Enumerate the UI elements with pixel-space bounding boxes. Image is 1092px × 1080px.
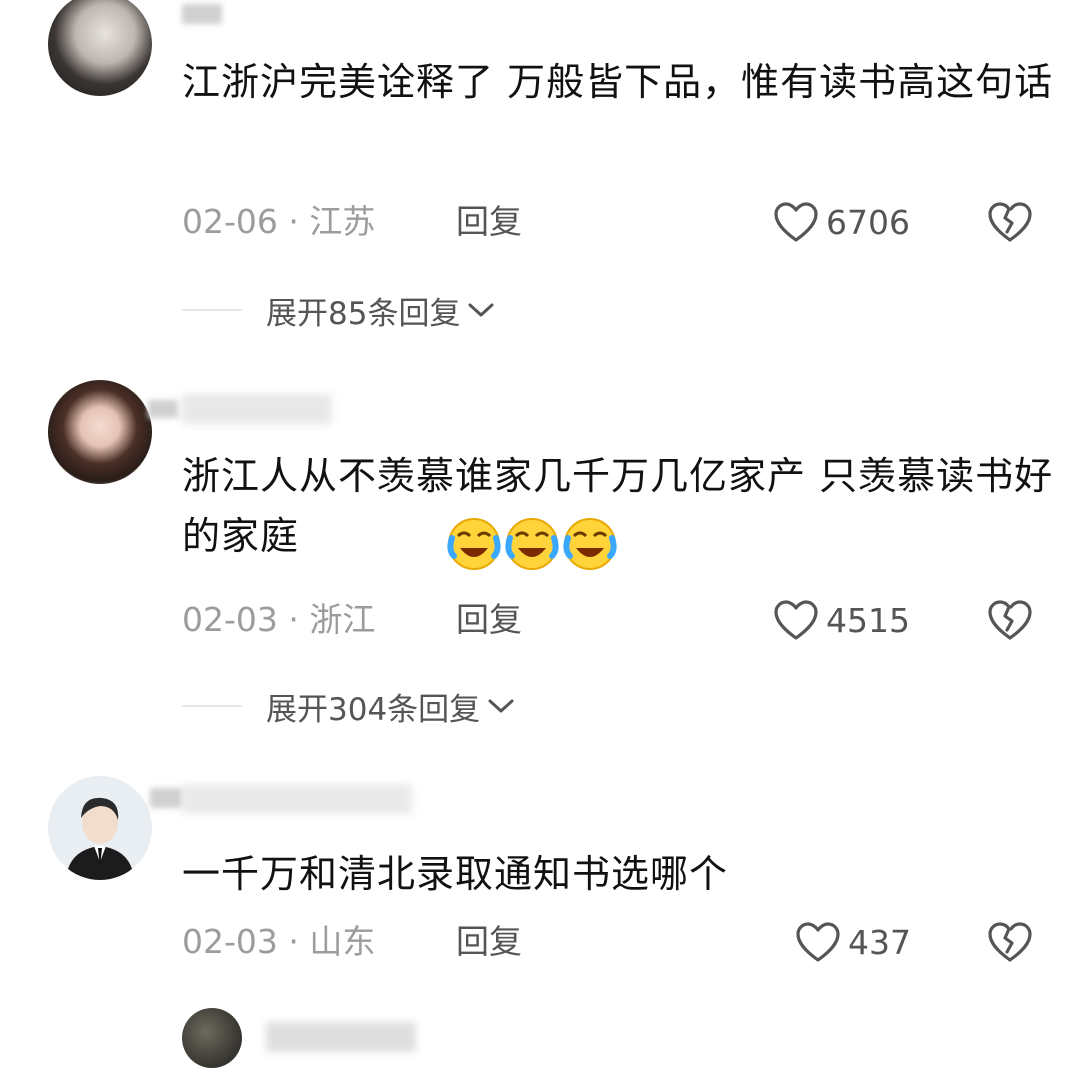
like-button[interactable]: 4515 bbox=[772, 598, 910, 642]
like-count: 4515 bbox=[826, 600, 910, 640]
like-button[interactable]: 6706 bbox=[772, 200, 910, 244]
avatar[interactable] bbox=[182, 1008, 242, 1068]
broken-heart-icon[interactable] bbox=[986, 598, 1034, 642]
chevron-down-icon bbox=[488, 699, 514, 713]
avatar[interactable] bbox=[48, 380, 152, 484]
username-mosaic bbox=[182, 4, 222, 24]
comment-meta: 02-03 · 山东 bbox=[182, 920, 375, 964]
comment-text: 浙江人从不羡慕谁家几千万几亿家产 只羡慕读书好的家庭 bbox=[182, 454, 1054, 558]
comment-meta: 02-06 · 江苏 bbox=[182, 200, 375, 244]
like-count: 6706 bbox=[826, 202, 910, 242]
username-mosaic bbox=[150, 788, 182, 808]
comment-item: 浙江人从不羡慕谁家几千万几亿家产 只羡慕读书好的家庭 02-03 · 浙江 回复… bbox=[0, 360, 1092, 740]
comment-item bbox=[0, 1000, 1092, 1080]
reply-button[interactable]: 回复 bbox=[456, 200, 522, 244]
comment-item: 一千万和清北录取通知书选哪个 02-03 · 山东 回复 437 bbox=[0, 760, 1092, 1000]
crying-laughing-emoji-icon bbox=[563, 518, 617, 570]
chevron-down-icon bbox=[468, 303, 494, 317]
meta-separator: · bbox=[288, 202, 299, 241]
avatar[interactable] bbox=[48, 776, 152, 880]
comment-text: 一千万和清北录取通知书选哪个 bbox=[182, 852, 729, 896]
avatar[interactable] bbox=[48, 0, 152, 96]
comment-location: 山东 bbox=[309, 922, 376, 961]
broken-heart-icon[interactable] bbox=[986, 200, 1034, 244]
divider bbox=[182, 309, 242, 311]
heart-outline-icon bbox=[774, 202, 818, 242]
divider bbox=[182, 705, 242, 707]
username[interactable] bbox=[182, 394, 332, 424]
like-button[interactable]: 437 bbox=[794, 920, 911, 964]
expand-replies[interactable]: 展开85条回复 bbox=[182, 288, 496, 332]
comment-location: 浙江 bbox=[309, 600, 376, 639]
expand-label: 展开304条回复 bbox=[266, 691, 481, 728]
emoji-group bbox=[446, 516, 620, 572]
expand-replies[interactable]: 展开304条回复 bbox=[182, 684, 516, 728]
heart-outline-icon bbox=[774, 600, 818, 640]
meta-separator: · bbox=[288, 600, 299, 639]
crying-laughing-emoji-icon bbox=[505, 518, 559, 570]
expand-label: 展开85条回复 bbox=[266, 295, 461, 332]
avatar-illustration bbox=[66, 797, 134, 880]
username[interactable] bbox=[182, 784, 412, 814]
heart-outline-icon bbox=[796, 922, 840, 962]
username-mosaic bbox=[148, 400, 178, 418]
reply-button[interactable]: 回复 bbox=[456, 920, 522, 964]
comment-date: 02-03 bbox=[182, 600, 278, 639]
like-count: 437 bbox=[848, 922, 911, 962]
meta-separator: · bbox=[288, 922, 299, 961]
comment-date: 02-03 bbox=[182, 922, 278, 961]
username[interactable] bbox=[266, 1022, 416, 1052]
broken-heart-icon[interactable] bbox=[986, 920, 1034, 964]
reply-button[interactable]: 回复 bbox=[456, 598, 522, 642]
crying-laughing-emoji-icon bbox=[447, 518, 501, 570]
comment-location: 江苏 bbox=[309, 202, 376, 241]
comment-meta: 02-03 · 浙江 bbox=[182, 598, 375, 642]
comment-item: 江浙沪完美诠释了 万般皆下品，惟有读书高这句话 02-06 · 江苏 回复 67… bbox=[0, 0, 1092, 360]
comment-text: 江浙沪完美诠释了 万般皆下品，惟有读书高这句话 bbox=[182, 60, 1054, 104]
comment-date: 02-06 bbox=[182, 202, 278, 241]
